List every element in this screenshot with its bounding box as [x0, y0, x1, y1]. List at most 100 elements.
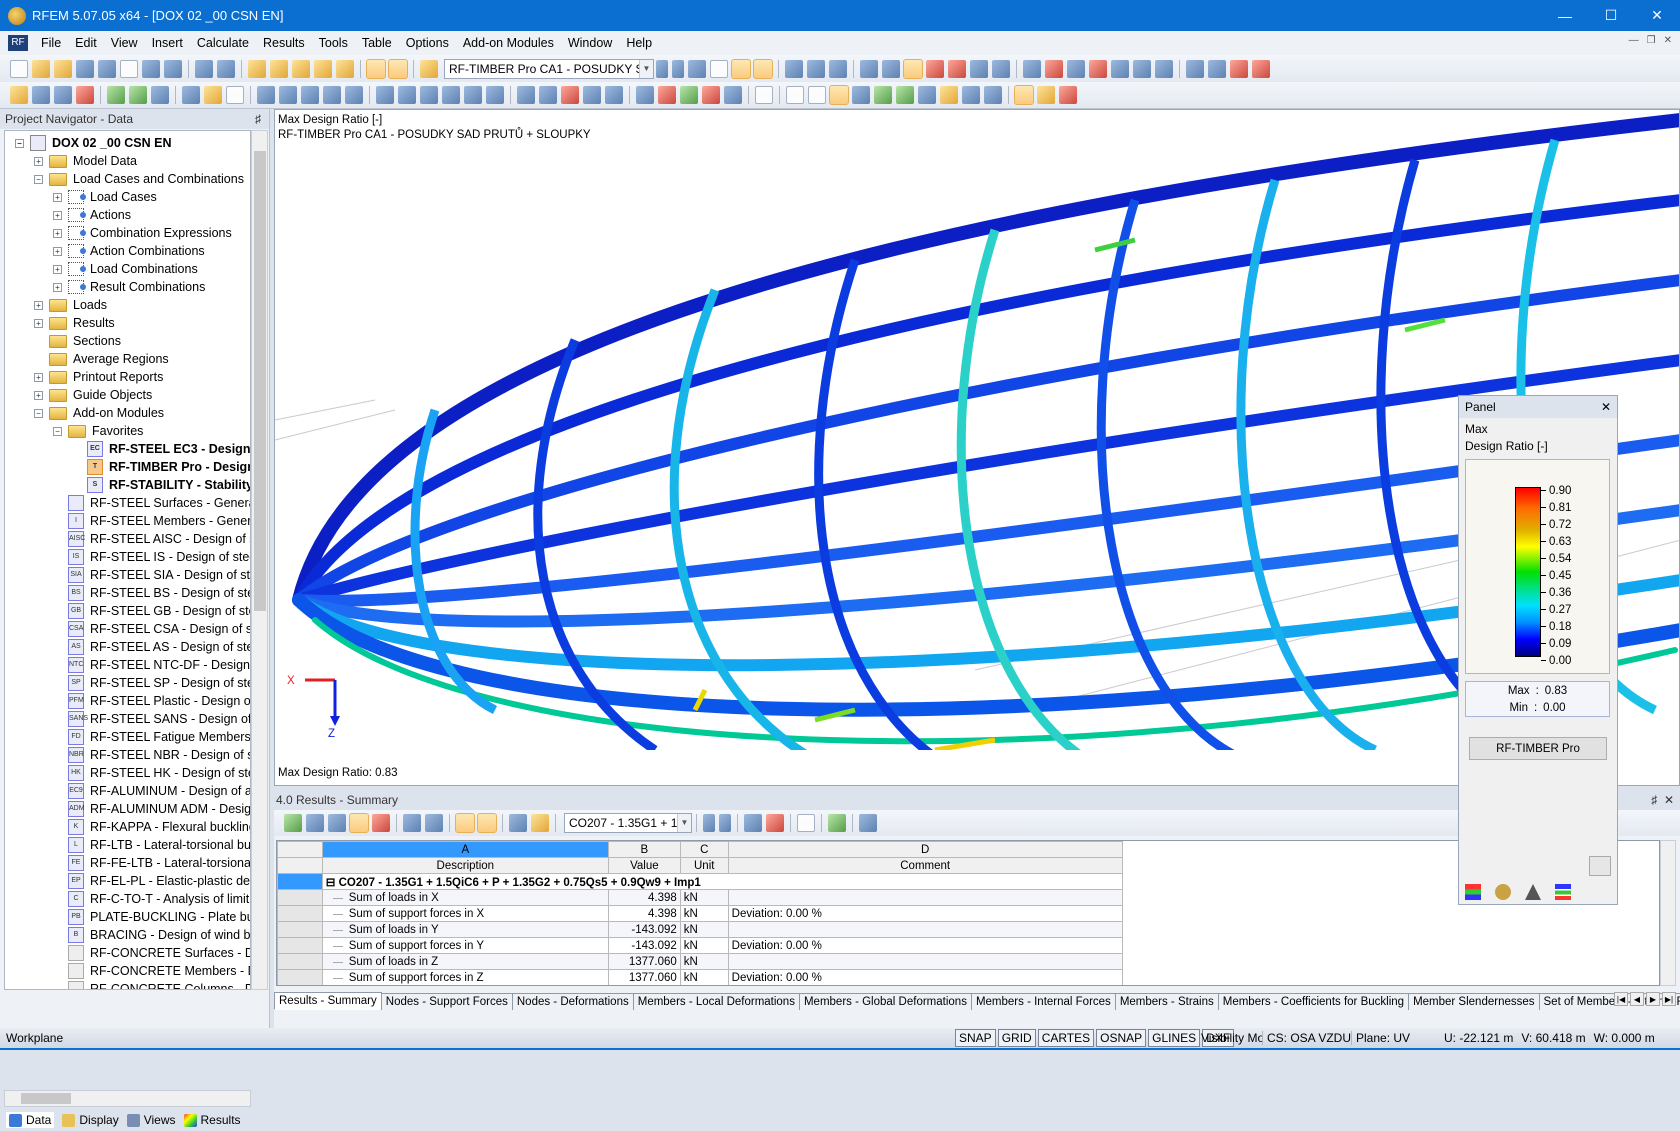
view-x-axis-icon[interactable]: [636, 86, 654, 104]
result-diagram-icon[interactable]: [807, 59, 825, 78]
load-case-selector[interactable]: RF-TIMBER Pro CA1 - POSUDKY SAD PR ▼: [444, 58, 654, 79]
tree-item[interactable]: FD RF-STEEL Fatigue Members - F: [53, 728, 250, 746]
tree-item[interactable]: + Results: [34, 314, 115, 332]
expand-icon[interactable]: +: [53, 264, 62, 274]
show-results-icon[interactable]: [731, 58, 751, 79]
result-solid-icon[interactable]: [874, 86, 892, 104]
col-letter-b[interactable]: B: [607, 841, 681, 858]
results-on-off-icon[interactable]: [314, 59, 332, 78]
table-prev-icon[interactable]: [403, 814, 421, 832]
tree-item[interactable]: GB RF-STEEL GB - Design of steel r: [53, 602, 250, 620]
tree-item[interactable]: EC RF-STEEL EC3 - Design of s: [72, 440, 250, 458]
tree-item[interactable]: PFM RF-STEEL Plastic - Design of st: [53, 692, 250, 710]
mirror-icon[interactable]: [1067, 59, 1085, 78]
new-file-icon[interactable]: [10, 59, 28, 78]
expand-icon[interactable]: +: [53, 282, 62, 292]
collapse-icon[interactable]: −: [53, 426, 62, 436]
comment-icon[interactable]: [204, 86, 222, 104]
menu-table[interactable]: Table: [355, 36, 399, 50]
node-icon[interactable]: [926, 59, 944, 78]
results-tab[interactable]: Members - Internal Forces: [970, 993, 1116, 1010]
view-x-icon[interactable]: [1186, 59, 1204, 78]
result-member-icon[interactable]: [896, 86, 914, 104]
pin-icon[interactable]: ♯: [255, 112, 261, 126]
results-tab[interactable]: Nodes - Support Forces: [380, 993, 513, 1010]
deformation-icon[interactable]: [829, 85, 849, 105]
tree-item[interactable]: + Load Combinations: [53, 260, 198, 278]
next-case-icon[interactable]: [672, 59, 684, 78]
tree-item[interactable]: + Guide Objects: [34, 386, 152, 404]
node-insert-icon[interactable]: [10, 86, 28, 104]
calculate-all-icon[interactable]: [292, 59, 310, 78]
filter-tab-icon[interactable]: [1525, 884, 1541, 900]
table-color-icon[interactable]: [349, 813, 369, 833]
table-view-icon[interactable]: [984, 86, 1002, 104]
table-row[interactable]: Sum of loads in Y -143.092 kN: [277, 921, 1659, 938]
result-table-icon[interactable]: [829, 59, 847, 78]
load-surface-icon[interactable]: [442, 86, 460, 104]
save-icon[interactable]: [98, 59, 116, 78]
values-icon[interactable]: [710, 59, 728, 78]
measure-icon[interactable]: [1023, 59, 1041, 78]
expand-icon[interactable]: +: [34, 300, 43, 310]
flag-icon[interactable]: [992, 59, 1010, 78]
collapse-icon[interactable]: −: [34, 174, 43, 184]
tree-item[interactable]: + Loads: [34, 296, 107, 314]
table-select-icon[interactable]: [455, 813, 475, 833]
mdi-minimize-button[interactable]: —: [1629, 35, 1639, 46]
tree-item[interactable]: ADM RF-ALUMINUM ADM - Design: [53, 800, 250, 818]
nav-tab-views[interactable]: Views: [126, 1113, 176, 1127]
line-icon[interactable]: [32, 86, 50, 104]
properties-icon[interactable]: [1133, 59, 1151, 78]
cube-view-icon[interactable]: [605, 86, 623, 104]
results-tab[interactable]: Members - Local Deformations: [632, 993, 800, 1010]
tree-item[interactable]: T RF-TIMBER Pro - Design c: [72, 458, 250, 476]
menu-window[interactable]: Window: [561, 36, 619, 50]
menu-results[interactable]: Results: [256, 36, 312, 50]
filter-icon[interactable]: [744, 814, 762, 832]
archive-icon[interactable]: [54, 59, 72, 78]
menu-insert[interactable]: Insert: [145, 36, 190, 50]
expand-icon[interactable]: +: [53, 192, 62, 202]
grid-icon[interactable]: [882, 59, 900, 78]
nav-tab-display[interactable]: Display: [62, 1113, 119, 1127]
status-toggle-snap[interactable]: SNAP: [955, 1029, 996, 1047]
expand-icon[interactable]: +: [53, 246, 62, 256]
tree-item[interactable]: AISC RF-STEEL AISC - Design of stee: [53, 530, 250, 548]
result-surface-icon[interactable]: [852, 86, 870, 104]
row-header[interactable]: [277, 969, 323, 985]
col-letter-d[interactable]: D: [727, 841, 1123, 858]
load-solid-icon[interactable]: [464, 86, 482, 104]
mdi-close-button[interactable]: ✕: [1664, 35, 1672, 46]
animation-icon[interactable]: [785, 59, 803, 78]
view-iso-icon[interactable]: [1252, 59, 1270, 78]
menu-calculate[interactable]: Calculate: [190, 36, 256, 50]
supports-icon[interactable]: [129, 86, 147, 104]
calculate-icon[interactable]: [270, 59, 288, 78]
collapse-icon[interactable]: −: [15, 138, 24, 148]
clipboard-icon[interactable]: [120, 59, 138, 78]
results-close-icon[interactable]: ✕: [1664, 793, 1674, 807]
table-row[interactable]: Sum of support forces in Z 1377.060 kN Devi…: [277, 969, 1659, 985]
view-y-axis-icon[interactable]: [658, 86, 676, 104]
snap-icon[interactable]: [903, 58, 923, 79]
tree-item[interactable]: L RF-LTB - Lateral-torsional buck: [53, 836, 250, 854]
group-row[interactable]: ⊟ CO207 - 1.35G1 + 1.5QiC6 + P + 1.35G2 …: [277, 873, 1659, 890]
table-row[interactable]: Sum of loads in Z 1377.060 kN: [277, 953, 1659, 970]
tree-item[interactable]: Average Regions: [34, 350, 169, 368]
view-y-icon[interactable]: [1208, 59, 1226, 78]
view-neg-x-icon[interactable]: [702, 86, 720, 104]
table-diagram-icon[interactable]: [372, 814, 390, 832]
expand-icon[interactable]: +: [53, 228, 62, 238]
next-tab-icon[interactable]: ▶: [1646, 992, 1660, 1006]
previous-case-icon[interactable]: [656, 59, 668, 78]
surface-icon[interactable]: [76, 86, 94, 104]
first-tab-icon[interactable]: |◀: [1614, 992, 1628, 1006]
rainbow-icon[interactable]: [1059, 86, 1077, 104]
next-combo-icon[interactable]: [719, 814, 731, 832]
render-icon[interactable]: [724, 86, 742, 104]
prev-tab-icon[interactable]: ◀: [1630, 992, 1644, 1006]
box-icon[interactable]: [323, 86, 341, 104]
tree-item[interactable]: B BRACING - Design of wind bra: [53, 926, 250, 944]
view-z-icon[interactable]: [1230, 59, 1248, 78]
